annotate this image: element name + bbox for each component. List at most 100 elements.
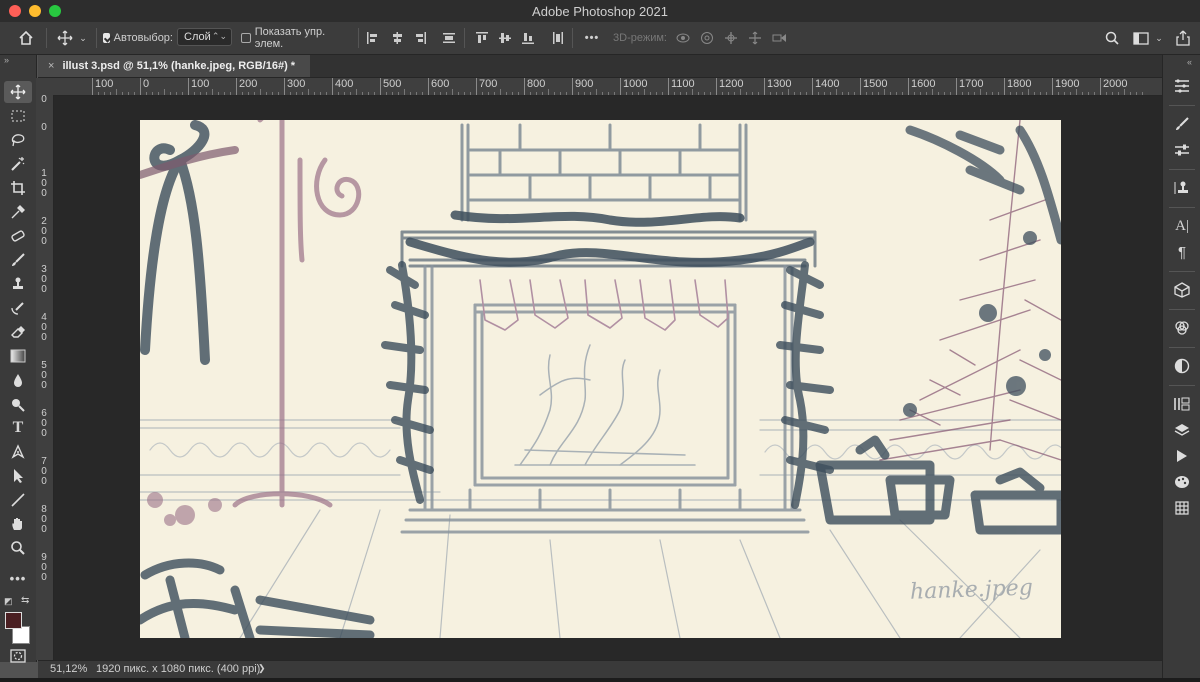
ruler-minor-tick	[998, 92, 999, 95]
ruler-minor-tick	[368, 92, 369, 95]
workspace-chevron-icon[interactable]: ⌄	[1154, 22, 1164, 54]
distribute-vertical-icon[interactable]	[550, 22, 566, 54]
clone-stamp-icon[interactable]	[4, 273, 32, 295]
document-tab[interactable]: × illust 3.psd @ 51,1% (hanke.jpeg, RGB/…	[38, 55, 310, 77]
ruler-minor-tick	[770, 92, 771, 95]
workspace-switcher-icon[interactable]	[1130, 22, 1152, 54]
ruler-tick-label: 500	[41, 360, 47, 391]
channels-panel-icon[interactable]	[1171, 317, 1193, 339]
share-icon[interactable]	[1172, 22, 1194, 54]
ruler-minor-tick	[386, 92, 387, 95]
quick-mask-icon[interactable]	[4, 645, 32, 667]
color-palette-icon[interactable]	[1171, 471, 1193, 493]
status-menu-arrow-icon[interactable]: ❯	[258, 663, 266, 674]
home-icon[interactable]	[14, 22, 38, 54]
path-selection-icon[interactable]	[4, 465, 32, 487]
foreground-color-swatch[interactable]	[5, 612, 22, 629]
ruler-minor-tick	[422, 92, 423, 95]
ruler-minor-tick	[404, 89, 405, 95]
clone-source-icon[interactable]	[1171, 177, 1193, 199]
collapse-dock-icon[interactable]: «	[1187, 57, 1192, 67]
marquee-tool-icon[interactable]	[4, 105, 32, 127]
align-center-icon[interactable]	[389, 22, 405, 54]
ruler-origin[interactable]	[36, 78, 55, 96]
character-panel-icon[interactable]: A|	[1171, 215, 1193, 237]
actions-play-icon[interactable]	[1171, 445, 1193, 467]
orbit-3d-icon[interactable]	[673, 22, 693, 54]
canvas-workspace[interactable]: hanke.jpeg	[54, 96, 1162, 660]
ruler-minor-tick	[512, 92, 513, 95]
swap-colors-icon[interactable]: ⇆	[21, 595, 29, 606]
crop-tool-icon[interactable]	[4, 177, 32, 199]
align-middle-icon[interactable]	[497, 22, 513, 54]
document-canvas[interactable]: hanke.jpeg	[140, 120, 1061, 638]
distribute-horizontal-icon[interactable]	[441, 22, 457, 54]
zoom-tool-icon[interactable]	[4, 537, 32, 559]
paragraph-panel-icon[interactable]: ¶	[1171, 241, 1193, 263]
lasso-tool-icon[interactable]	[4, 129, 32, 151]
document-info[interactable]: 1920 пикс. x 1080 пикс. (400 ppi)	[96, 663, 260, 675]
auto-select-target-dropdown[interactable]: Слой ⌃⌄	[177, 28, 232, 46]
pan-3d-icon[interactable]	[721, 22, 741, 54]
history-panel-icon[interactable]	[1171, 75, 1193, 97]
checkbox-unchecked-icon	[241, 33, 251, 43]
line-tool-icon[interactable]	[4, 489, 32, 511]
more-options-button[interactable]: •••	[580, 22, 604, 54]
ruler-minor-tick	[290, 92, 291, 95]
edit-toolbar-icon[interactable]: •••	[4, 567, 32, 589]
eraser-icon[interactable]	[4, 321, 32, 343]
pen-tool-icon[interactable]	[4, 441, 32, 463]
ruler-minor-tick	[272, 92, 273, 95]
ruler-minor-tick	[242, 92, 243, 95]
ruler-minor-tick	[644, 89, 645, 95]
slide-3d-icon[interactable]	[745, 22, 765, 54]
magic-wand-icon[interactable]	[4, 153, 32, 175]
ruler-minor-tick	[914, 92, 915, 95]
ruler-minor-tick	[344, 92, 345, 95]
ruler-minor-tick	[710, 92, 711, 95]
collapse-panel-icon[interactable]: »	[4, 55, 9, 65]
ruler-minor-tick	[206, 92, 207, 95]
brush-tool-icon[interactable]	[4, 249, 32, 271]
adjustment-sliders-icon[interactable]	[1171, 139, 1193, 161]
3d-panel-icon[interactable]	[1171, 279, 1193, 301]
type-tool-icon[interactable]: T	[4, 417, 32, 439]
layers-panel-icon[interactable]	[1171, 419, 1193, 441]
align-top-icon[interactable]	[474, 22, 490, 54]
horizontal-ruler[interactable]: 100 0 100 200 300 400 500 600 700 800 900 1000 1100 1…	[54, 78, 1162, 96]
swatches-grid-icon[interactable]	[1171, 497, 1193, 519]
move-tool-icon[interactable]	[4, 81, 32, 103]
align-right-icon[interactable]	[412, 22, 428, 54]
roll-3d-icon[interactable]	[697, 22, 717, 54]
default-colors-icon[interactable]: ◩	[4, 596, 13, 607]
libraries-panel-icon[interactable]	[1171, 393, 1193, 415]
document-tab-bar: × illust 3.psd @ 51,1% (hanke.jpeg, RGB/…	[38, 55, 1162, 78]
ruler-tick-label: 700	[41, 456, 47, 487]
tool-preset-chevron-icon[interactable]: ⌄	[77, 22, 89, 54]
show-transform-controls-checkbox[interactable]: Показать упр. элем.	[241, 22, 353, 54]
sketch-artwork: hanke.jpeg	[140, 120, 1061, 638]
align-bottom-icon[interactable]	[520, 22, 536, 54]
scale-3d-icon[interactable]	[769, 22, 791, 54]
align-left-icon[interactable]	[365, 22, 381, 54]
brush-settings-icon[interactable]	[1171, 113, 1193, 135]
dodge-tool-icon[interactable]	[4, 393, 32, 415]
auto-select-checkbox[interactable]: Автовыбор:	[103, 22, 173, 54]
history-brush-icon[interactable]	[4, 297, 32, 319]
search-icon[interactable]	[1102, 22, 1122, 54]
eyedropper-icon[interactable]	[4, 201, 32, 223]
ruler-minor-tick	[680, 92, 681, 95]
gradient-tool-icon[interactable]	[4, 345, 32, 367]
healing-brush-icon[interactable]	[4, 225, 32, 247]
blur-tool-icon[interactable]	[4, 369, 32, 391]
ruler-minor-tick	[734, 92, 735, 95]
ruler-minor-tick	[350, 92, 351, 95]
ruler-minor-tick	[1082, 92, 1083, 95]
ruler-minor-tick	[662, 92, 663, 95]
move-tool-icon[interactable]	[54, 22, 76, 54]
zoom-level[interactable]: 51,12%	[50, 663, 87, 675]
adjustments-panel-icon[interactable]	[1171, 355, 1193, 377]
close-tab-button[interactable]: ×	[48, 60, 54, 72]
vertical-ruler[interactable]: 0 0 100 200 300 400 500 600 700 800 900	[36, 95, 54, 660]
hand-tool-icon[interactable]	[4, 513, 32, 535]
